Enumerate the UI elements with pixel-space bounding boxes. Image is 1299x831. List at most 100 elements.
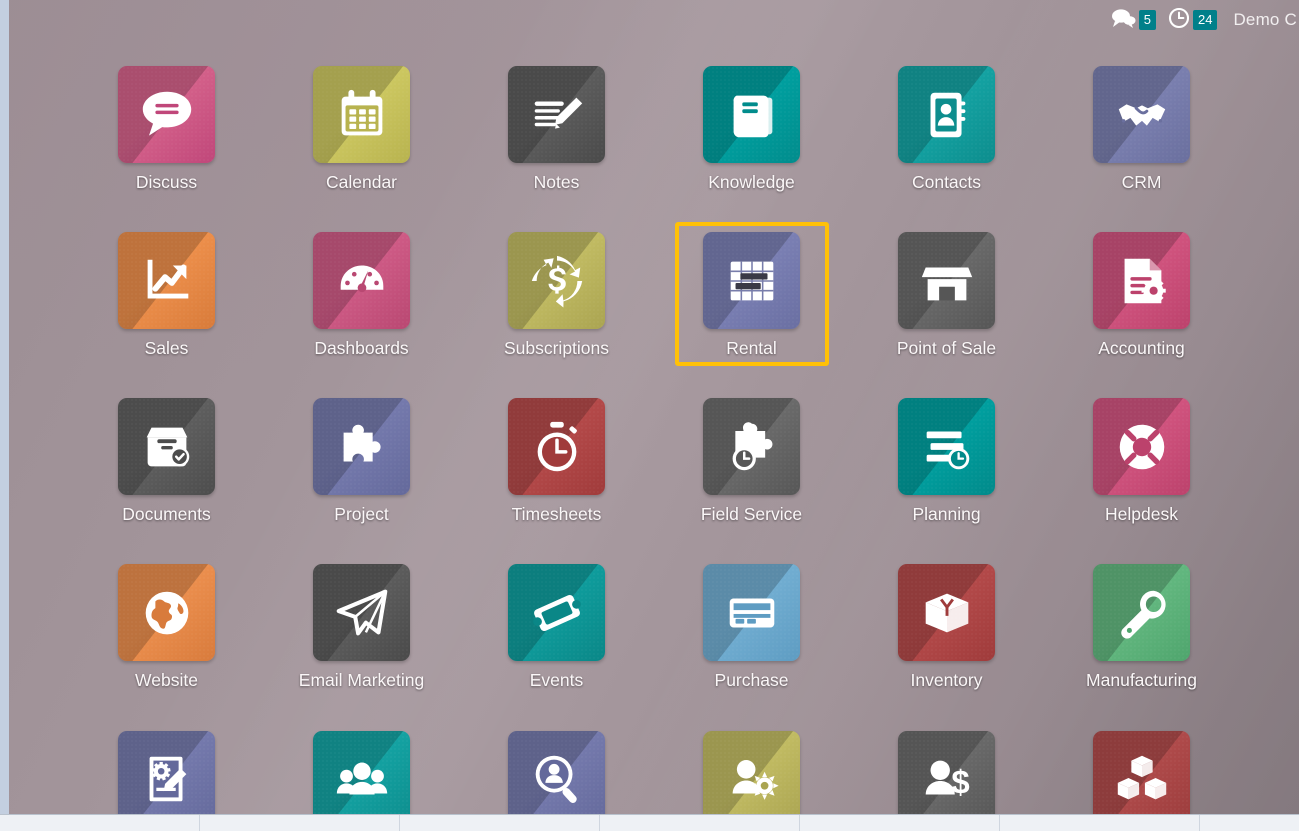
- app-label: Accounting: [1098, 338, 1185, 359]
- app-label: Website: [135, 670, 198, 691]
- app-tile-accounting[interactable]: Accounting: [1065, 222, 1219, 366]
- handshake-icon: [1093, 66, 1190, 163]
- app-tile-point-of-sale[interactable]: Point of Sale: [870, 222, 1024, 366]
- user-menu[interactable]: Demo C: [1223, 10, 1299, 30]
- app-label: Notes: [533, 172, 580, 192]
- open-box-icon: [898, 564, 995, 662]
- app-label: Events: [529, 670, 584, 691]
- systray: 5 24 Demo C: [1104, 0, 1299, 40]
- taskbar-cell[interactable]: [200, 815, 400, 831]
- app-label: Purchase: [714, 670, 789, 691]
- app-tile-planning[interactable]: Planning: [870, 388, 1024, 532]
- plan-bars-icon: [898, 398, 995, 496]
- activities-count: 24: [1192, 10, 1218, 30]
- app-tile-expenses[interactable]: $Expenses: [870, 721, 1024, 814]
- app-label: Contacts: [911, 172, 982, 192]
- paper-plane-icon: [313, 564, 410, 662]
- app-tile-field-service[interactable]: Field Service: [675, 388, 829, 532]
- taskbar-cell[interactable]: [800, 815, 1000, 831]
- stopwatch-icon: [508, 398, 605, 496]
- app-label: Planning: [912, 504, 981, 525]
- bar-chart-icon: [118, 232, 215, 330]
- app-tile-events[interactable]: Events: [480, 554, 634, 698]
- app-tile-helpdesk[interactable]: Helpdesk: [1065, 388, 1219, 532]
- app-tile-inventory[interactable]: Inventory: [870, 554, 1024, 698]
- discuss-icon: [118, 66, 215, 163]
- search-person-icon: [508, 730, 605, 814]
- app-tile-notes[interactable]: Notes: [480, 56, 634, 200]
- app-tile-contacts[interactable]: Contacts: [870, 56, 1024, 200]
- app-label: Subscriptions: [503, 338, 610, 359]
- people-icon: [313, 730, 410, 814]
- taskbar-cell[interactable]: [1000, 815, 1200, 831]
- app-tile-apps[interactable]: Apps: [1065, 721, 1219, 814]
- taskbar-cell[interactable]: [600, 815, 800, 831]
- app-tile-calendar[interactable]: Calendar: [285, 56, 439, 200]
- app-label: Project: [334, 504, 389, 525]
- app-label: Sales: [144, 338, 189, 359]
- app-tile-employees[interactable]: Employees: [285, 721, 439, 814]
- app-tile-rental[interactable]: Rental: [674, 222, 829, 367]
- taskbar-cell[interactable]: [0, 815, 200, 831]
- app-label: Inventory: [910, 670, 983, 691]
- person-sun-icon: [703, 730, 800, 814]
- ticket-icon: [508, 564, 605, 662]
- app-label: Point of Sale: [896, 338, 997, 359]
- wrench-icon: [1093, 564, 1190, 662]
- gauge-icon: [313, 232, 410, 330]
- globe-icon: [118, 564, 215, 662]
- app-label: Discuss: [135, 172, 198, 192]
- credit-card-icon: [703, 564, 800, 662]
- app-label: Knowledge: [708, 172, 795, 192]
- messages-counter[interactable]: 5: [1104, 0, 1162, 40]
- app-tile-recruitment[interactable]: Recruitment: [480, 721, 634, 814]
- app-label: Documents: [122, 504, 211, 525]
- app-tile-email-marketing[interactable]: Email Marketing: [285, 554, 439, 698]
- app-tile-time-off[interactable]: Time Off: [675, 721, 829, 814]
- app-label: Field Service: [700, 504, 803, 525]
- puzzle-clock-icon: [703, 398, 800, 496]
- app-tile-timesheets[interactable]: Timesheets: [480, 388, 634, 532]
- odoo-app-launcher: 5 24 Demo C Discuss Calendar Notes Knowl…: [9, 0, 1299, 814]
- life-ring-icon: [1093, 398, 1190, 496]
- app-tile-sales[interactable]: Sales: [90, 222, 244, 366]
- speech-bubble-icon: [1110, 7, 1136, 34]
- activities-counter[interactable]: 24: [1162, 0, 1223, 40]
- taskbar: [0, 814, 1299, 831]
- app-label: Manufacturing: [1086, 670, 1197, 691]
- app-tile-sign[interactable]: Sign: [90, 721, 244, 814]
- notes-icon: [508, 66, 605, 163]
- app-tile-manufacturing[interactable]: Manufacturing: [1065, 554, 1219, 698]
- app-label: CRM: [1121, 172, 1162, 192]
- address-book-icon: [898, 66, 995, 163]
- signature-icon: [118, 730, 215, 814]
- book-icon: [703, 66, 800, 163]
- messages-count: 5: [1138, 10, 1156, 30]
- app-label: Calendar: [325, 172, 398, 192]
- app-tile-subscriptions[interactable]: Subscriptions: [480, 222, 634, 366]
- puzzle-icon: [313, 398, 410, 496]
- app-tile-knowledge[interactable]: Knowledge: [675, 56, 829, 200]
- file-box-check-icon: [118, 398, 215, 496]
- calendar-icon: [313, 66, 410, 163]
- clock-icon: [1168, 7, 1190, 34]
- app-tile-documents[interactable]: Documents: [90, 388, 244, 532]
- app-tile-purchase[interactable]: Purchase: [675, 554, 829, 698]
- app-label: Email Marketing: [298, 670, 425, 691]
- cubes-icon: [1093, 730, 1190, 814]
- gantt-grid-icon: [703, 232, 800, 330]
- invoice-gear-icon: [1093, 232, 1190, 330]
- app-tile-website[interactable]: Website: [90, 554, 244, 698]
- svg-text:$: $: [951, 764, 969, 801]
- app-tile-dashboards[interactable]: Dashboards: [285, 222, 439, 366]
- apps-grid: Discuss Calendar Notes Knowledge Contact…: [9, 56, 1299, 814]
- app-tile-discuss[interactable]: Discuss: [90, 56, 244, 200]
- person-dollar-icon: $: [898, 730, 995, 814]
- recycle-dollar-icon: [508, 232, 605, 330]
- app-label: Rental: [726, 338, 777, 359]
- shop-icon: [898, 232, 995, 330]
- taskbar-cell[interactable]: [400, 815, 600, 831]
- app-tile-project[interactable]: Project: [285, 388, 439, 532]
- app-tile-crm[interactable]: CRM: [1065, 56, 1219, 200]
- app-label: Dashboards: [314, 338, 409, 359]
